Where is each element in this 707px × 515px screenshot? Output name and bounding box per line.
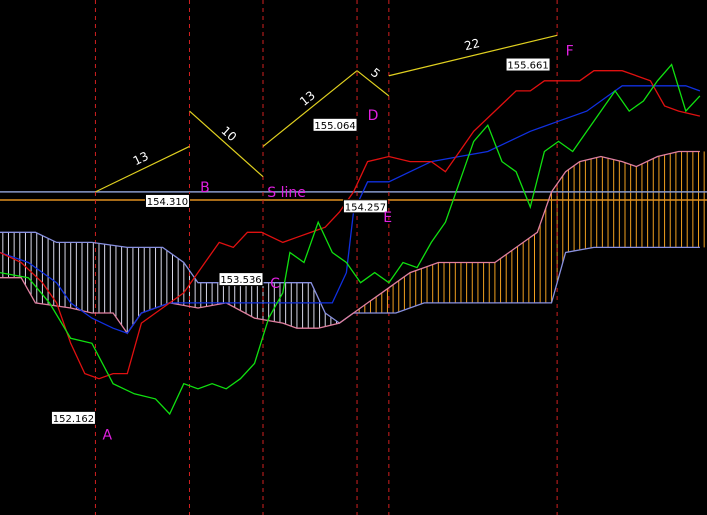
wave-marker-c: C bbox=[270, 276, 280, 292]
ichimoku-cloud bbox=[2, 151, 705, 334]
ichimoku-chart: 13 10 13 5 22 S line 152.162 154.310 153.536 155… bbox=[0, 0, 707, 515]
price-label: 153.536 bbox=[220, 275, 261, 286]
wave-marker-a: A bbox=[103, 427, 113, 443]
price-label: 152.162 bbox=[53, 414, 94, 425]
price-labels: 152.162 154.310 153.536 155.064 154.257 155.6… bbox=[50, 57, 551, 425]
indicator-lines bbox=[0, 63, 701, 416]
horizontal-lines bbox=[0, 191, 707, 201]
price-label: 155.064 bbox=[314, 121, 355, 132]
wave-segment bbox=[189, 110, 264, 178]
wave-count-label: 10 bbox=[219, 124, 240, 145]
wave-count-label: 5 bbox=[368, 65, 383, 81]
price-label: 154.257 bbox=[345, 202, 386, 213]
price-label: 154.310 bbox=[147, 197, 188, 208]
wave-marker-f: F bbox=[566, 44, 574, 60]
conversion-line bbox=[0, 70, 701, 380]
wave-count-label: 22 bbox=[463, 36, 481, 53]
price-label: 155.661 bbox=[507, 61, 548, 72]
time-cycle-lines bbox=[94, 0, 558, 515]
s-line-label: S line bbox=[267, 185, 306, 201]
wave-segment bbox=[262, 70, 358, 147]
wave-marker-d: D bbox=[368, 108, 379, 124]
wave-marker-b: B bbox=[200, 180, 210, 196]
wave-count-label: 13 bbox=[297, 88, 318, 108]
wave-marker-e: E bbox=[383, 210, 392, 226]
wave-count-label: 13 bbox=[131, 149, 151, 168]
